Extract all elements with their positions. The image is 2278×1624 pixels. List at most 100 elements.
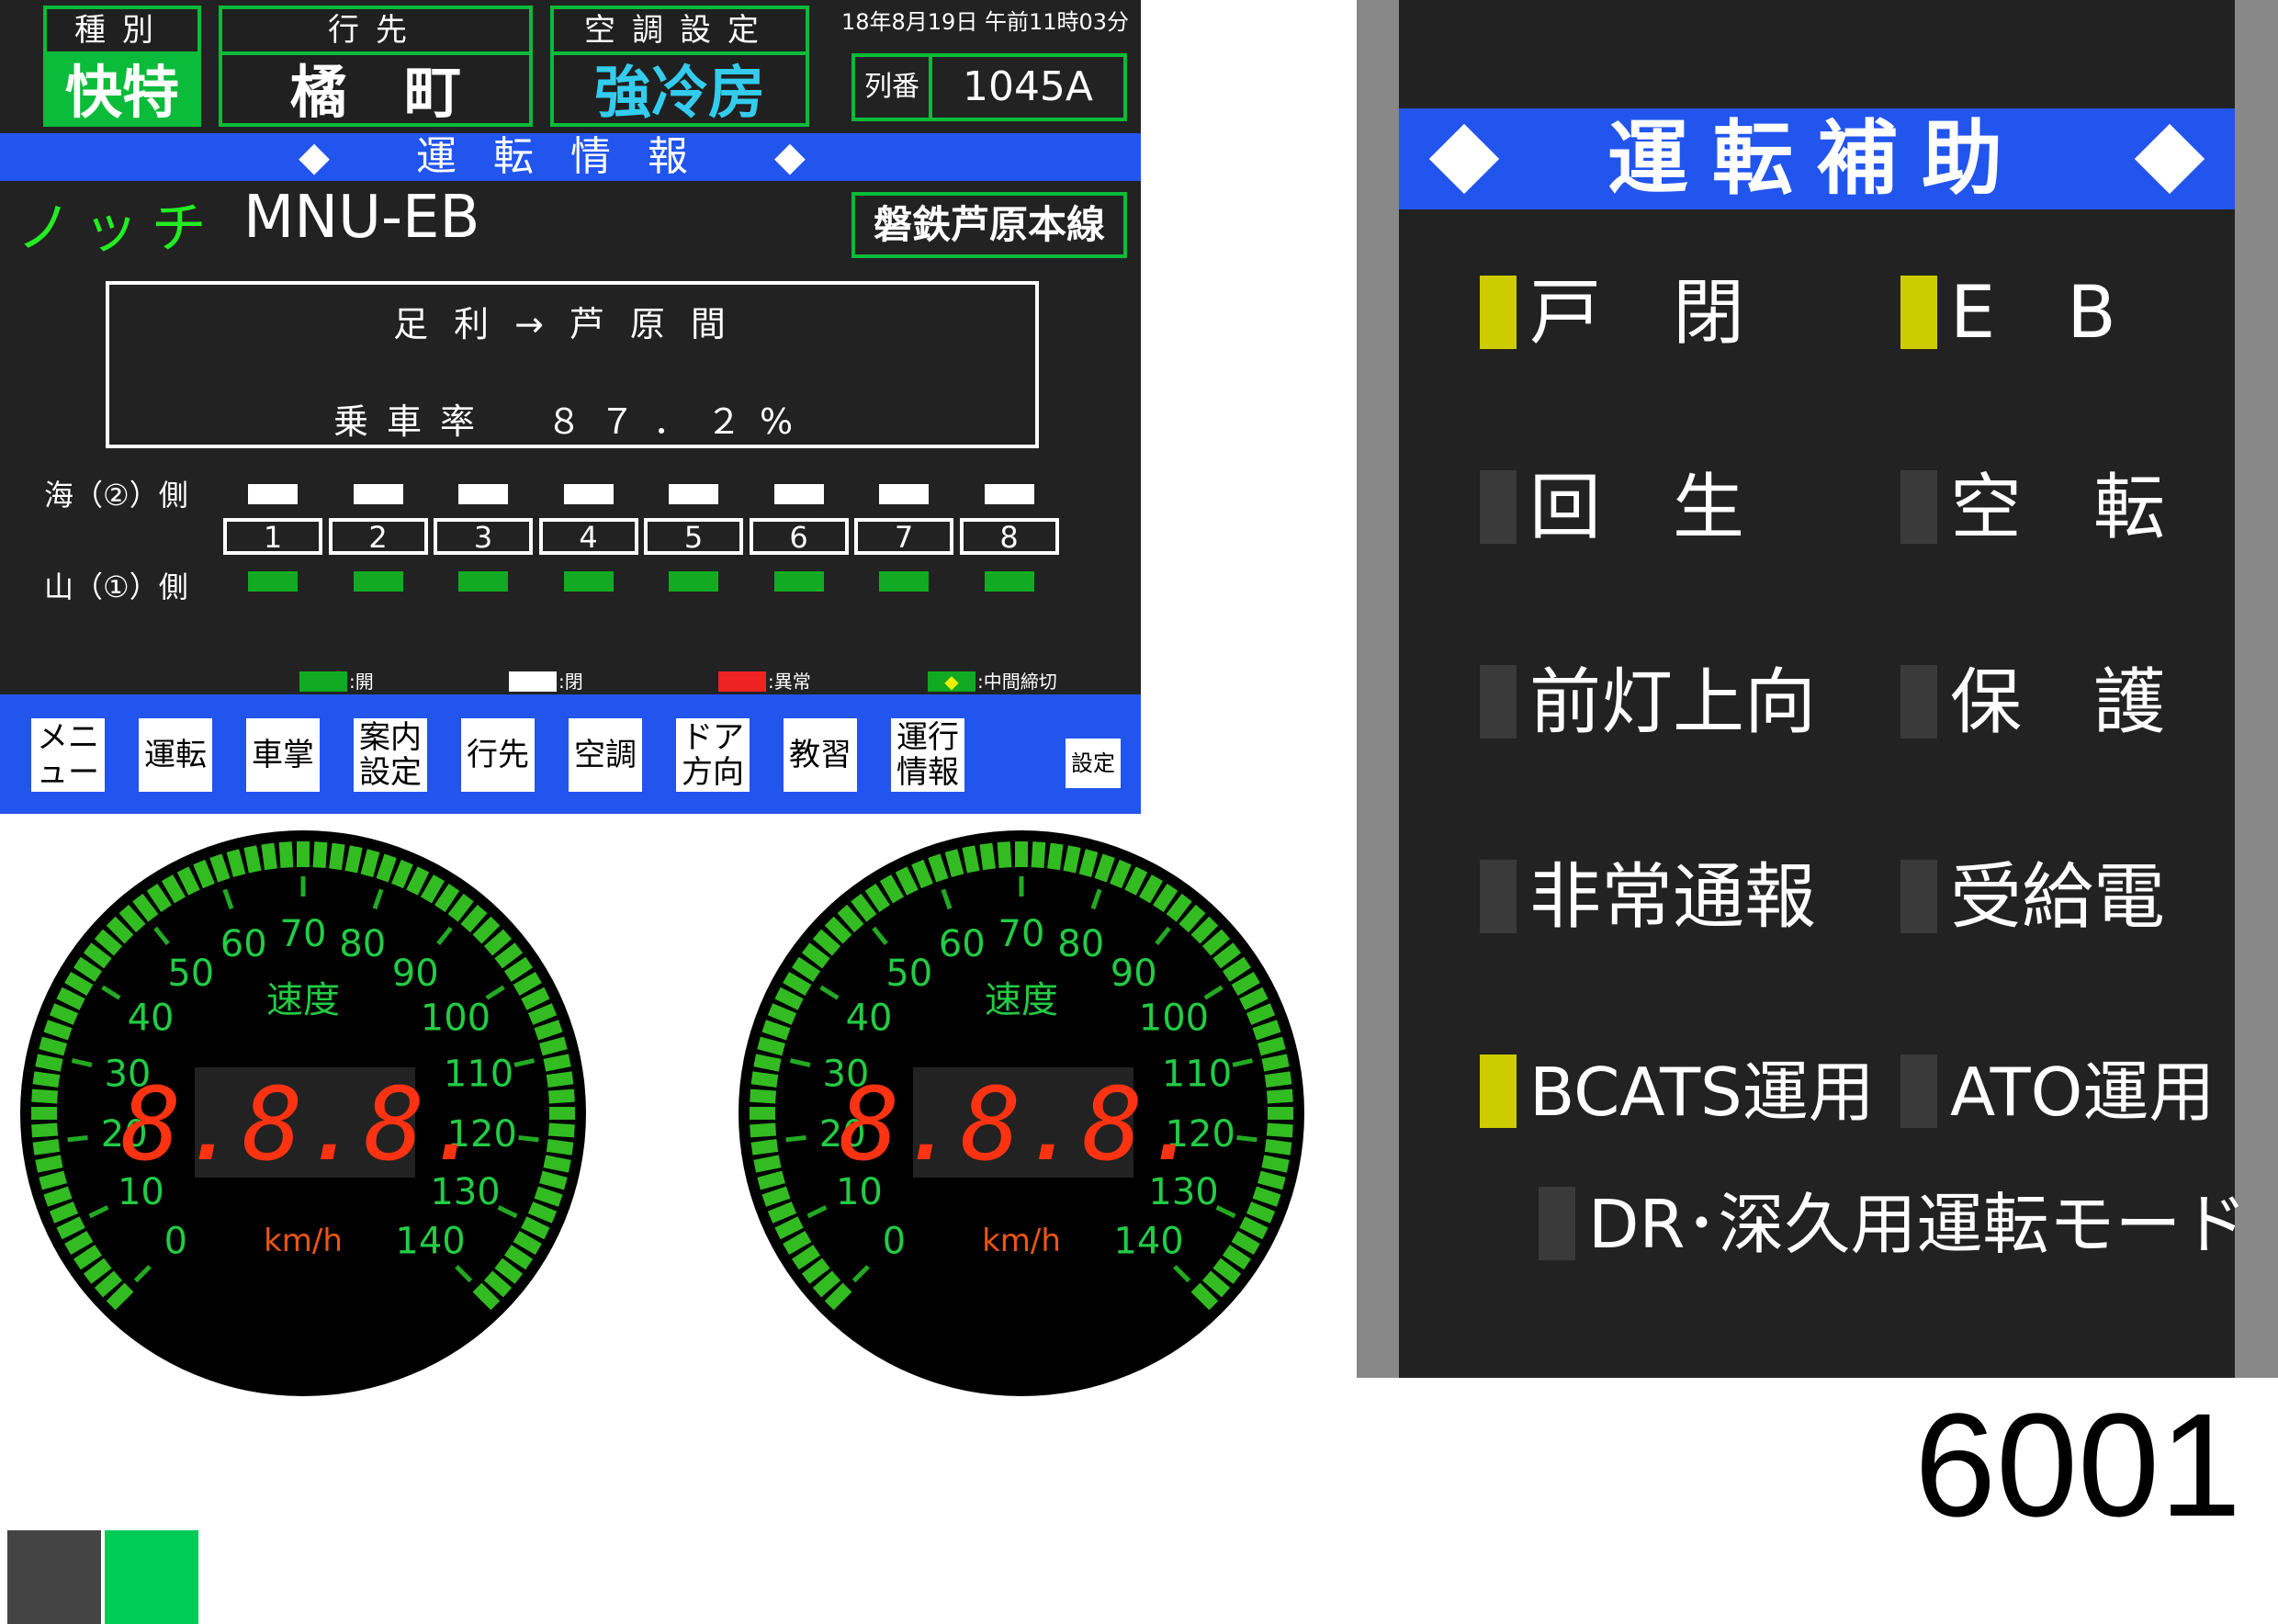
indicator-lamp xyxy=(1900,470,1937,544)
train-type-box[interactable]: 種別 快特 xyxy=(43,6,201,127)
gauge-ring-segment xyxy=(1047,842,1064,871)
gauge-ring-segment xyxy=(1063,845,1081,874)
gauge-ring-segment xyxy=(527,1201,558,1224)
gauge-tick-label: 50 xyxy=(885,953,932,995)
door-indicator-sea xyxy=(669,484,718,504)
gauge-ring-segment xyxy=(539,1170,568,1190)
menu-button-3[interactable]: 案内設定 xyxy=(354,718,427,792)
menu-button-2[interactable]: 車掌 xyxy=(246,718,320,792)
line-name: 磐鉄芦原本線 xyxy=(851,192,1127,258)
destination-label: 行先 xyxy=(222,9,529,55)
car-6: 6 xyxy=(749,518,849,555)
gauge-ring-segment xyxy=(312,841,328,869)
indicator-lamp xyxy=(1900,276,1937,349)
gauge-ring-segment xyxy=(527,1003,558,1025)
indicator-label: 前灯上向 xyxy=(1529,661,1817,744)
gauge-ring-segment xyxy=(209,853,231,883)
gauge-ring-segment xyxy=(32,1139,61,1156)
gauge-ring-segment xyxy=(35,1054,63,1072)
gauge-ring-segment xyxy=(750,1122,777,1138)
gauge-ring-segment xyxy=(39,1036,67,1056)
gauge-ring-segment xyxy=(546,1071,574,1088)
legend-text: :閉 xyxy=(558,671,583,693)
car-3: 3 xyxy=(434,518,533,555)
gauge-ring-segment xyxy=(546,1139,574,1156)
door-indicator-sea xyxy=(773,484,824,504)
gauge-ring-segment xyxy=(928,853,949,883)
gauge-ring-segment xyxy=(539,1036,568,1056)
gauge-tick-label: 60 xyxy=(939,923,986,965)
indicator-label: 空 転 xyxy=(1950,467,2166,549)
menu-button-6[interactable]: ドア方向 xyxy=(676,718,750,792)
gauge-ring-segment xyxy=(944,849,964,877)
gauge-tick-label: 80 xyxy=(1057,923,1104,965)
indicator-label: 戸 閉 xyxy=(1529,272,1745,355)
indicator-label: BCATS運用 xyxy=(1529,1054,1875,1131)
gauge-ring-segment xyxy=(1252,1020,1281,1041)
gauge-ring-segment xyxy=(1252,1186,1281,1207)
gauge-tick-label: 100 xyxy=(1139,998,1209,1040)
gauge-tick-label: 90 xyxy=(1111,953,1157,995)
gauge-ring-segment xyxy=(1264,1071,1292,1088)
indicator-lamp xyxy=(1480,470,1517,544)
gauge-ring-segment xyxy=(750,1071,779,1088)
color-swatch-dark xyxy=(7,1530,101,1624)
train-number-value: 1045A xyxy=(962,63,1094,110)
assist-title-band: 運転補助 xyxy=(1399,108,2235,209)
gauge-ring-segment xyxy=(753,1155,782,1173)
menu-button-1[interactable]: 運転 xyxy=(139,718,212,792)
gauge-ring-segment xyxy=(750,1088,777,1104)
gauge-tick-label: 40 xyxy=(846,998,893,1040)
settings-button[interactable]: 設定 xyxy=(1066,739,1121,788)
car-7: 7 xyxy=(854,518,953,555)
menu-button-4[interactable]: 行先 xyxy=(461,718,535,792)
gauge-ring-segment xyxy=(391,859,413,889)
assist-panel-body: 運転補助 戸 閉 E B 回 生 空 転前灯上向 保 護非常通報 受給電 BCATS運用 AT… xyxy=(1399,0,2247,1378)
train-type-value: 快特 xyxy=(47,55,197,126)
legend-text: :開 xyxy=(349,671,374,693)
gauge-major-tick xyxy=(518,1134,539,1143)
gauge-tick-label: 80 xyxy=(339,923,386,965)
gauge-tick-label: 70 xyxy=(280,913,327,955)
gauge-ring-segment xyxy=(543,1155,571,1173)
door-indicator-sea xyxy=(353,484,403,504)
gauge-ring-segment xyxy=(43,1186,73,1207)
gauge-ring-segment xyxy=(31,1088,59,1104)
indicator-lamp xyxy=(1480,276,1517,349)
gauge-tick-label: 50 xyxy=(167,953,214,995)
legend-text: :中間締切 xyxy=(977,671,1057,693)
gauge-tick-label: 100 xyxy=(421,998,491,1040)
indicator-lamp xyxy=(1539,1187,1575,1260)
door-indicator-sea xyxy=(984,484,1034,504)
menu-button-0[interactable]: メニュー xyxy=(31,718,105,792)
gauge-ring-segment xyxy=(534,1186,563,1207)
door-indicator-mountain xyxy=(353,571,403,592)
destination-box[interactable]: 行先 橘 町 xyxy=(219,6,533,127)
gauge-ring-segment xyxy=(1031,841,1046,869)
gauge-ring-segment xyxy=(1094,853,1115,883)
indicator-label: ATO運用 xyxy=(1950,1054,2216,1131)
gauge-ring-segment xyxy=(761,1020,791,1041)
unit-number: 6001 xyxy=(1914,1382,2241,1547)
ac-setting-value: 強冷房 xyxy=(593,59,765,126)
gauge-ring-segment xyxy=(193,859,215,889)
speedometer-left: 0102030405060 70 8090100110120130140速度8.8.… xyxy=(20,830,586,1396)
door-indicator-sea xyxy=(879,484,929,504)
door-indicator-sea xyxy=(563,484,614,504)
gauge-ring-segment xyxy=(753,1054,782,1072)
ac-setting-box[interactable]: 空調設定 強冷房 xyxy=(550,6,809,127)
gauge-unit: km/h xyxy=(982,1223,1061,1259)
occupancy-rate: 乗車率 ８７．２% xyxy=(333,401,812,442)
menu-button-7[interactable]: 教習 xyxy=(784,718,857,792)
indicator-label: 非常通報 xyxy=(1529,856,1817,939)
train-number-label: 列番 xyxy=(855,57,932,118)
menu-button-5[interactable]: 空調 xyxy=(569,718,642,792)
gauge-ring-segment xyxy=(767,1003,797,1025)
indicator-lamp xyxy=(1480,1054,1517,1128)
gauge-ring-segment xyxy=(243,845,262,874)
indicator-lamp xyxy=(1480,860,1517,933)
menu-button-8[interactable]: 運行情報 xyxy=(891,718,964,792)
gauge-ring-segment xyxy=(1266,1122,1293,1138)
gauge-ring-segment xyxy=(278,841,294,869)
gauge-ring-segment xyxy=(1261,1155,1290,1173)
